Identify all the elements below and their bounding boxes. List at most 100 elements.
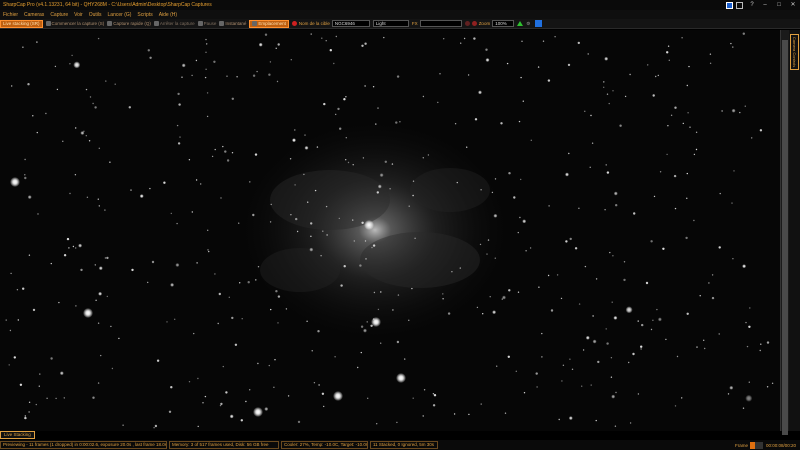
help-icon[interactable]: ? [746, 0, 758, 10]
star [109, 161, 111, 163]
star [149, 187, 151, 190]
star [69, 192, 71, 195]
menu-voir[interactable]: Voir [71, 12, 86, 18]
star [619, 124, 622, 127]
target-name-label: Nom de la cible [298, 21, 330, 26]
menu-fichier[interactable]: Fichier [0, 12, 21, 18]
star [554, 36, 556, 38]
star [310, 222, 313, 225]
star [268, 73, 271, 76]
star [657, 74, 659, 77]
image-viewer[interactable] [0, 30, 780, 431]
reticle-icon[interactable] [471, 21, 477, 26]
star [562, 364, 565, 366]
minimize-button[interactable]: – [758, 0, 772, 10]
display-stretch-icon[interactable] [535, 20, 543, 27]
fx-select[interactable] [419, 20, 462, 27]
menu-lancer[interactable]: Lancer (G) [105, 12, 135, 18]
histogram-icon[interactable] [517, 21, 524, 26]
star [28, 254, 31, 256]
bright-star [10, 177, 20, 187]
star [699, 295, 701, 297]
star [24, 174, 26, 176]
star [508, 289, 511, 292]
star [273, 386, 275, 388]
star [45, 112, 47, 115]
star [321, 37, 323, 39]
star [364, 240, 367, 242]
star [459, 267, 461, 269]
star [211, 155, 214, 158]
star [362, 157, 365, 159]
pin-icon[interactable] [736, 1, 743, 9]
star [615, 391, 617, 394]
camera-controls-tab[interactable]: Camera Controls [790, 34, 799, 70]
star [372, 86, 375, 88]
star [547, 274, 550, 277]
menu-aide[interactable]: Aide (H) [156, 12, 180, 18]
settings-icon[interactable]: ⚙ [526, 21, 530, 27]
snapshot-button[interactable]: Instantané [219, 21, 246, 26]
star [668, 59, 670, 61]
star [310, 33, 312, 35]
star [645, 281, 649, 285]
star [80, 268, 83, 272]
star [277, 295, 281, 298]
live-stacking-tab[interactable]: Live Stacking [0, 431, 35, 439]
star [574, 247, 578, 250]
star [309, 247, 314, 252]
framing-button[interactable]: Emplacement [249, 19, 289, 28]
star [97, 382, 100, 384]
star [10, 272, 12, 275]
star [578, 303, 581, 305]
star [538, 286, 540, 288]
title-bar: SharpCap Pro (v4.1.13231, 64 bit) - QHY2… [0, 0, 800, 10]
menu-scripts[interactable]: Scripts [134, 12, 155, 18]
star [181, 76, 183, 78]
star [383, 36, 385, 39]
target-name-input[interactable]: NGC6946 [331, 20, 370, 27]
star [139, 194, 144, 199]
scrollbar-thumb[interactable] [782, 40, 788, 435]
zoom-select[interactable]: 100% [492, 20, 515, 27]
star [633, 212, 636, 215]
star [63, 254, 67, 257]
star [166, 321, 168, 323]
star [290, 214, 292, 216]
star [294, 129, 296, 131]
record-icon[interactable] [291, 21, 297, 26]
maximize-button[interactable]: □ [772, 0, 786, 10]
star [277, 322, 279, 324]
star [674, 207, 677, 210]
live-stack-button[interactable]: Live stacking (SR) [0, 19, 43, 28]
star [603, 86, 605, 88]
star [11, 85, 13, 87]
star [686, 172, 688, 175]
star [340, 284, 343, 287]
star [240, 419, 243, 422]
quick-capture-button[interactable]: Capture rapide (Q) [107, 21, 151, 26]
star [323, 405, 325, 408]
crosshair-icon[interactable] [464, 21, 470, 26]
start-capture-button[interactable]: Commencer la capture (S) [45, 21, 104, 26]
star [204, 395, 207, 398]
menu-capture[interactable]: Capture [47, 12, 71, 18]
stop-capture-button[interactable]: Arrêter la capture [153, 21, 195, 26]
star [589, 166, 591, 168]
app-badge-icon[interactable] [726, 1, 733, 9]
star [659, 171, 662, 173]
star [89, 96, 92, 98]
star [609, 251, 611, 254]
vertical-scrollbar[interactable] [780, 30, 789, 435]
star [337, 107, 340, 111]
close-button[interactable]: ✕ [786, 0, 800, 10]
star [423, 389, 426, 391]
frame-type-select[interactable]: Light [372, 20, 409, 27]
menu-outils[interactable]: Outils [86, 12, 105, 18]
star [485, 58, 490, 62]
pause-button[interactable]: Pause [197, 21, 216, 26]
star [275, 47, 277, 49]
star [682, 122, 684, 125]
elapsed-time: 00:00:08/00:20 [765, 442, 796, 448]
menu-cameras[interactable]: Cameras [21, 12, 47, 18]
